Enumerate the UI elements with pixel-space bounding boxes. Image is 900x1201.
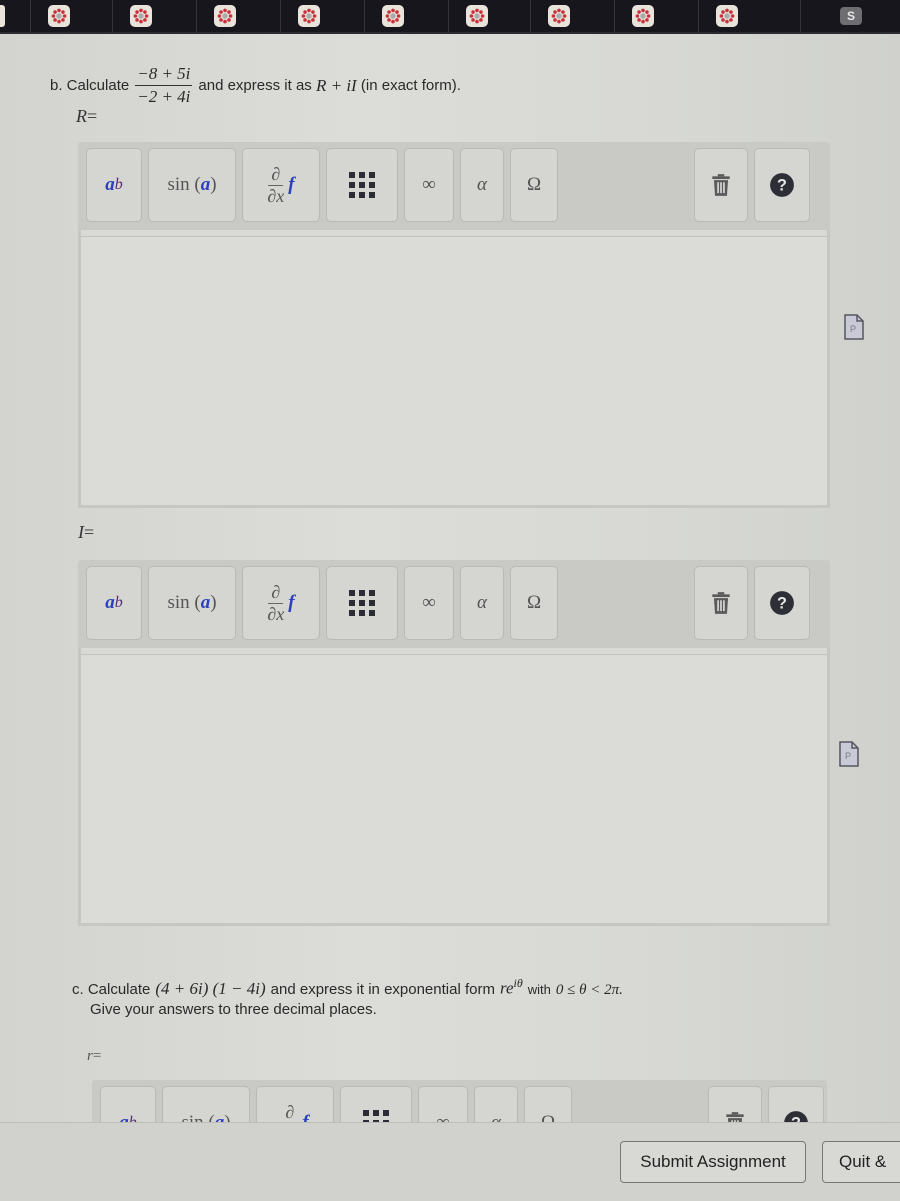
canvas-logo-icon bbox=[130, 5, 152, 27]
answer-label-r-magnitude: r= bbox=[87, 1048, 102, 1064]
quit-button[interactable]: Quit & bbox=[822, 1141, 900, 1183]
question-c-constraint: 0 ≤ θ < 2π. bbox=[555, 981, 623, 998]
trash-icon bbox=[712, 592, 730, 614]
math-toolbar: ab sin (a) ∂∂x f ∞ α Ω ? bbox=[78, 560, 830, 648]
question-b-fraction: −8 + 5i −2 + 4i bbox=[135, 64, 193, 107]
question-c-prefix: c. Calculate bbox=[72, 980, 151, 998]
matrix-button[interactable] bbox=[326, 148, 398, 222]
submit-assignment-button[interactable]: Submit Assignment bbox=[620, 1141, 806, 1183]
math-editor-i[interactable] bbox=[78, 648, 830, 926]
trash-icon bbox=[712, 174, 730, 196]
browser-tab[interactable] bbox=[448, 0, 505, 32]
file-icon[interactable]: P bbox=[843, 314, 865, 340]
file-icon[interactable]: P bbox=[838, 741, 860, 767]
math-toolbar: ab sin (a) ∂∂x f ∞ α Ω ? bbox=[78, 142, 830, 230]
clear-button[interactable] bbox=[694, 148, 748, 222]
math-editor-r[interactable] bbox=[78, 230, 830, 508]
fraction-denominator: −2 + 4i bbox=[137, 87, 191, 106]
clear-button[interactable] bbox=[694, 566, 748, 640]
answer-label-r: R= bbox=[76, 106, 98, 126]
profile-tab-icon: S bbox=[840, 7, 862, 25]
power-button[interactable]: ab bbox=[86, 566, 142, 640]
derivative-button[interactable]: ∂∂x f bbox=[242, 148, 320, 222]
browser-tab[interactable] bbox=[698, 0, 755, 32]
browser-tab[interactable] bbox=[280, 0, 337, 32]
svg-text:P: P bbox=[850, 324, 856, 334]
help-button[interactable]: ? bbox=[754, 148, 810, 222]
browser-tab[interactable] bbox=[196, 0, 253, 32]
greek-alpha-button[interactable]: α bbox=[460, 566, 504, 640]
editor-area[interactable] bbox=[81, 654, 827, 923]
fraction-numerator: −8 + 5i bbox=[135, 64, 193, 86]
derivative-button[interactable]: ∂∂x f bbox=[242, 566, 320, 640]
matrix-icon bbox=[349, 172, 375, 198]
browser-tab[interactable] bbox=[364, 0, 421, 32]
question-b-note: (in exact form). bbox=[360, 77, 461, 94]
question-b-form: R + iI bbox=[315, 75, 357, 95]
matrix-icon bbox=[349, 590, 375, 616]
canvas-logo-icon bbox=[48, 5, 70, 27]
matrix-button[interactable] bbox=[326, 566, 398, 640]
help-icon: ? bbox=[770, 591, 794, 615]
question-c-instructions: Give your answers to three decimal place… bbox=[90, 1000, 377, 1018]
canvas-logo-icon bbox=[382, 5, 404, 27]
svg-text:?: ? bbox=[777, 176, 787, 194]
greek-alpha-button[interactable]: α bbox=[460, 148, 504, 222]
question-b-prefix: b. Calculate bbox=[50, 77, 130, 94]
trig-function-button[interactable]: sin (a) bbox=[148, 148, 236, 222]
canvas-logo-icon bbox=[298, 5, 320, 27]
greek-omega-button[interactable]: Ω bbox=[510, 566, 558, 640]
help-icon: ? bbox=[770, 173, 794, 197]
infinity-button[interactable]: ∞ bbox=[404, 148, 454, 222]
assignment-page: b. Calculate −8 + 5i −2 + 4i and express… bbox=[0, 34, 900, 1200]
browser-tab[interactable] bbox=[614, 0, 671, 32]
svg-text:P: P bbox=[845, 751, 851, 761]
canvas-logo-icon bbox=[548, 5, 570, 27]
canvas-logo-icon bbox=[466, 5, 488, 27]
answer-label-i: I= bbox=[78, 522, 95, 542]
partial-tab[interactable] bbox=[0, 5, 5, 27]
browser-tab-bar: S bbox=[0, 0, 900, 34]
greek-omega-button[interactable]: Ω bbox=[510, 148, 558, 222]
svg-text:?: ? bbox=[777, 594, 787, 612]
assignment-footer: Submit Assignment Quit & bbox=[0, 1122, 900, 1201]
power-button[interactable]: ab bbox=[86, 148, 142, 222]
canvas-logo-icon bbox=[716, 5, 738, 27]
canvas-logo-icon bbox=[632, 5, 654, 27]
question-c-with: with bbox=[527, 981, 551, 997]
question-b-suffix: and express it as bbox=[198, 77, 312, 94]
question-c-form: reiθ bbox=[499, 976, 523, 998]
question-c-prompt: c. Calculate (4 + 6i) (1 − 4i) and expre… bbox=[72, 976, 623, 1018]
browser-tab[interactable]: S bbox=[800, 0, 900, 32]
question-c-middle: and express it in exponential form bbox=[270, 980, 495, 998]
math-input-i: ab sin (a) ∂ ∂x f ∞ α Ω ? bbox=[78, 560, 830, 926]
browser-tab[interactable] bbox=[30, 0, 87, 32]
trig-function-button[interactable]: sin (a) bbox=[148, 566, 236, 640]
browser-tab[interactable] bbox=[112, 0, 169, 32]
browser-tab[interactable] bbox=[530, 0, 587, 32]
question-c-expression: (4 + 6i) (1 − 4i) bbox=[155, 978, 266, 998]
math-input-r: ab sin (a) ∂ ∂x f ∞ α Ω ? bbox=[78, 142, 830, 508]
help-button[interactable]: ? bbox=[754, 566, 810, 640]
infinity-button[interactable]: ∞ bbox=[404, 566, 454, 640]
canvas-logo-icon bbox=[214, 5, 236, 27]
question-b-prompt: b. Calculate −8 + 5i −2 + 4i and express… bbox=[50, 64, 461, 107]
editor-area[interactable] bbox=[81, 236, 827, 505]
